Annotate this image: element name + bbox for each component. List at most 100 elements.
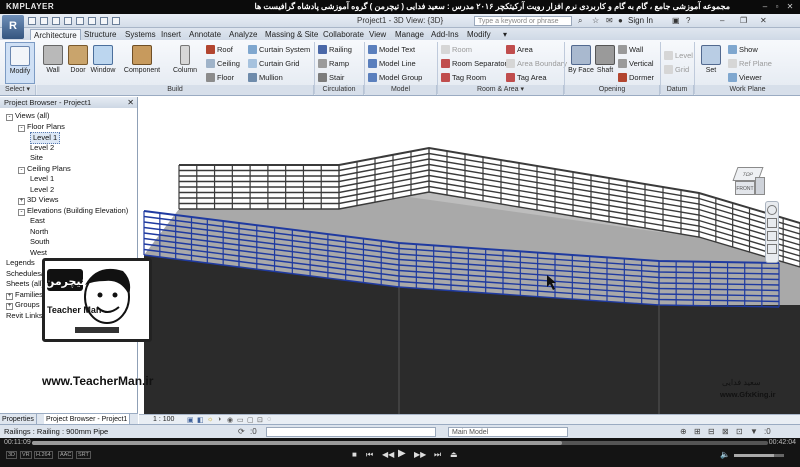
browser-tree-item[interactable]: Revit Links xyxy=(6,311,43,321)
collapse-icon[interactable]: - xyxy=(18,166,25,174)
ref-plane-button[interactable]: Ref Plane xyxy=(728,58,772,70)
panel-select[interactable]: Select ▾ xyxy=(0,85,36,95)
dormer-button[interactable]: Dormer xyxy=(618,72,654,84)
shaft-button[interactable]: Shaft xyxy=(590,42,620,84)
tab-systems[interactable]: Systems xyxy=(122,29,159,40)
window-restore-icon[interactable]: ❐ xyxy=(740,16,747,25)
3d-view-icon[interactable] xyxy=(112,17,120,25)
collapse-icon[interactable]: - xyxy=(6,114,13,121)
detail-level-icon[interactable]: ▣ xyxy=(187,416,194,424)
browser-tree-item[interactable]: Level 2 xyxy=(30,143,54,153)
view-scale[interactable]: 1 : 100 xyxy=(153,416,174,423)
wall-opening-button[interactable]: Wall xyxy=(618,44,643,56)
window-close-icon[interactable]: ✕ xyxy=(760,16,767,25)
ribbon-options-icon[interactable]: ▾ xyxy=(500,29,510,40)
viewcube[interactable]: TOP FRONT xyxy=(731,165,767,195)
select-underlay-icon[interactable]: ⊞ xyxy=(694,427,701,436)
browser-tree-item[interactable]: East xyxy=(30,216,45,226)
badge-video-codec[interactable]: H.264 xyxy=(34,451,53,459)
minimize-icon[interactable]: – xyxy=(760,2,770,11)
sign-in-link[interactable]: Sign In xyxy=(628,16,653,25)
expand-icon[interactable]: + xyxy=(6,303,13,310)
show-crop-icon[interactable]: ▢ xyxy=(247,416,254,424)
close-icon[interactable]: ✕ xyxy=(785,2,795,11)
sun-path-icon[interactable]: ☼ xyxy=(207,416,213,423)
undo-icon[interactable] xyxy=(52,17,60,25)
select-pinned-icon[interactable]: ⊟ xyxy=(708,427,715,436)
browser-tree-item[interactable]: - Elevations (Building Elevation) xyxy=(18,206,128,216)
stop-icon[interactable]: ■ xyxy=(352,450,357,459)
browser-tree-item[interactable]: Level 2 xyxy=(30,185,54,195)
railing-button[interactable]: Railing xyxy=(318,44,352,56)
browser-tree-item[interactable]: Sheets (all) xyxy=(6,279,44,289)
subscription-icon[interactable]: ☆ xyxy=(592,16,599,25)
stair-button[interactable]: Stair xyxy=(318,72,344,84)
badge-subtitle[interactable]: SRT xyxy=(76,451,91,459)
steering-wheel-icon[interactable] xyxy=(767,205,777,215)
previous-icon[interactable]: ⏮ xyxy=(366,450,373,460)
play-icon[interactable]: ▶ xyxy=(398,448,406,459)
window-minimize-icon[interactable]: – xyxy=(720,16,724,25)
render-icon[interactable]: ◉ xyxy=(227,416,233,424)
tag-area-button[interactable]: Tag Area xyxy=(506,72,547,84)
browser-tree-item[interactable]: +3D Views xyxy=(18,195,59,205)
communication-icon[interactable]: ✉ xyxy=(606,16,613,25)
tab-manage[interactable]: Manage xyxy=(392,29,427,40)
browser-tree-item[interactable]: Legends xyxy=(6,258,35,268)
browser-tree-item[interactable]: - Ceiling Plans xyxy=(18,164,71,174)
browser-tree-item[interactable]: - Views (all) xyxy=(6,111,49,121)
select-links-icon[interactable]: ⊕ xyxy=(680,427,687,436)
forward-icon[interactable]: ▶▶ xyxy=(414,450,426,459)
tab-analyze[interactable]: Analyze xyxy=(226,29,260,40)
window-button[interactable]: Window xyxy=(88,42,118,84)
badge-3d[interactable]: 3D xyxy=(6,451,18,459)
room-button[interactable]: Room xyxy=(441,44,472,56)
browser-tree-item[interactable]: Level 1 xyxy=(30,174,54,184)
tab-structure[interactable]: Structure xyxy=(81,29,119,40)
close-icon[interactable]: ✕ xyxy=(127,97,134,108)
workset-selector[interactable] xyxy=(266,427,436,437)
browser-tree-item[interactable]: + Families xyxy=(6,290,43,300)
browser-tree-item[interactable]: - Floor Plans xyxy=(18,122,65,132)
shadows-icon[interactable]: ◑ xyxy=(217,416,221,423)
column-button[interactable]: Column xyxy=(170,42,200,84)
panel-room-area[interactable]: Room & Area ▾ xyxy=(438,85,564,95)
grid-button[interactable]: Grid xyxy=(664,64,689,76)
collapse-icon[interactable]: - xyxy=(18,208,25,216)
tab-modify[interactable]: Modify xyxy=(464,29,494,40)
help-icon[interactable]: ? xyxy=(686,16,690,25)
browser-tree-item[interactable]: Site xyxy=(30,153,43,163)
crop-view-icon[interactable]: ▭ xyxy=(237,416,244,424)
model-text-button[interactable]: Model Text xyxy=(368,44,415,56)
floor-button[interactable]: Floor xyxy=(206,72,234,84)
measure-icon[interactable] xyxy=(88,17,96,25)
orbit-icon[interactable] xyxy=(767,244,777,254)
binoculars-icon[interactable]: ⌕ xyxy=(578,16,582,26)
3d-viewport[interactable]: TOP FRONT xyxy=(139,97,800,414)
room-separator-button[interactable]: Room Separator xyxy=(441,58,507,70)
area-button[interactable]: Area xyxy=(506,44,533,56)
text-icon[interactable] xyxy=(100,17,108,25)
roof-button[interactable]: Roof xyxy=(206,44,233,56)
expand-icon[interactable]: + xyxy=(6,292,13,300)
curtain-grid-button[interactable]: Curtain Grid xyxy=(248,58,299,70)
seek-bar[interactable] xyxy=(32,441,768,445)
model-group-button[interactable]: Model Group xyxy=(368,72,422,84)
badge-audio-codec[interactable]: AAC xyxy=(58,451,74,459)
expand-icon[interactable]: + xyxy=(18,198,25,205)
tab-insert[interactable]: Insert xyxy=(158,29,184,40)
ramp-button[interactable]: Ramp xyxy=(318,58,349,70)
pan-icon[interactable] xyxy=(767,231,777,241)
visual-style-icon[interactable]: ◧ xyxy=(197,416,204,424)
level-button[interactable]: Level xyxy=(664,50,693,62)
tab-add-ins[interactable]: Add-Ins xyxy=(428,29,462,40)
maximize-icon[interactable]: ▫ xyxy=(772,2,782,11)
viewer-button[interactable]: Viewer xyxy=(728,72,762,84)
viewcube-front[interactable]: FRONT xyxy=(735,181,755,195)
tab-view[interactable]: View xyxy=(366,29,389,40)
editable-icon[interactable]: :0 xyxy=(250,427,257,436)
open-icon[interactable] xyxy=(28,17,36,25)
mullion-button[interactable]: Mullion xyxy=(248,72,283,84)
tag-room-button[interactable]: Tag Room xyxy=(441,72,486,84)
tab-massing-site[interactable]: Massing & Site xyxy=(262,29,321,40)
